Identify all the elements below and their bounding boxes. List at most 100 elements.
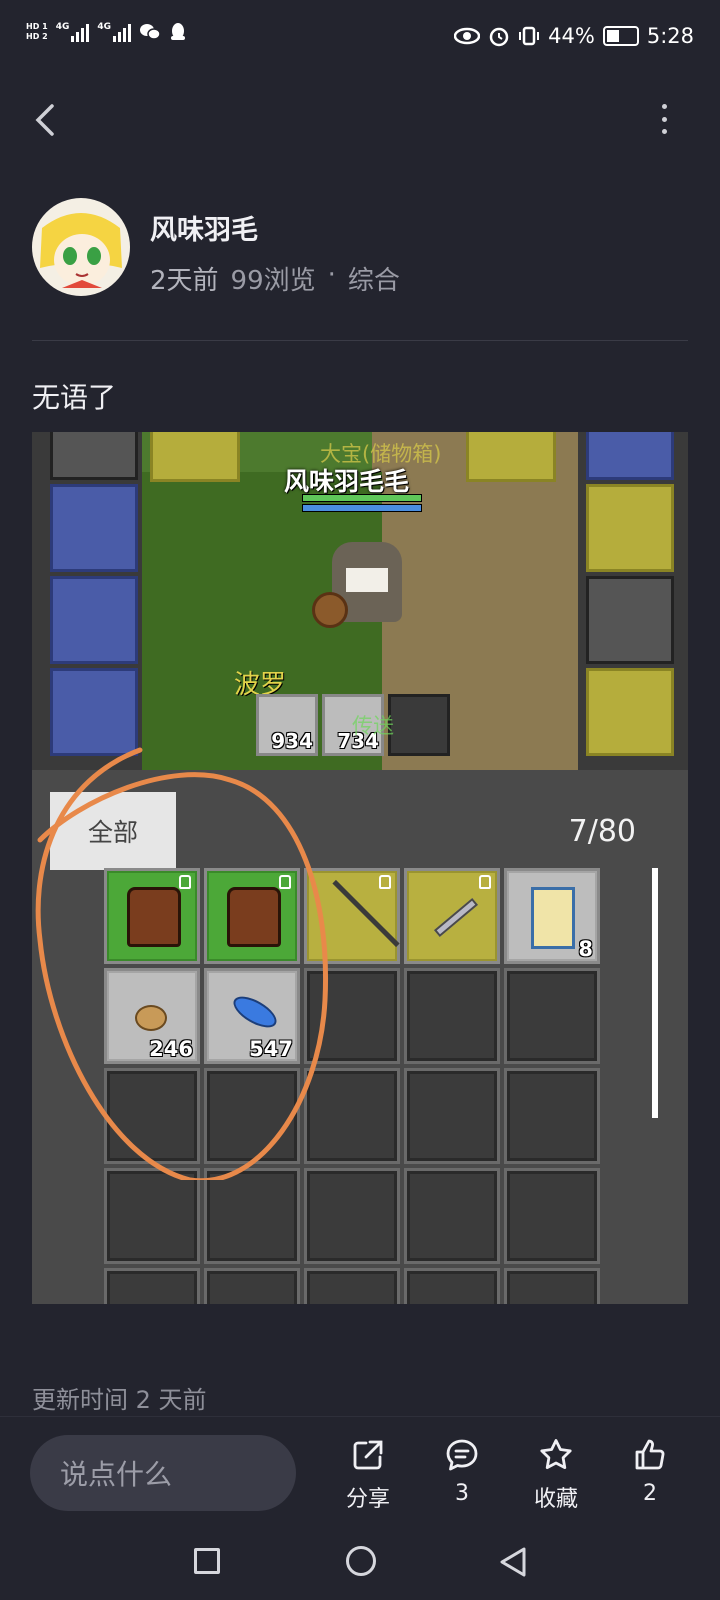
armor-icon: [227, 887, 281, 947]
battery-percent: 44%: [548, 24, 595, 48]
item-count: 246: [149, 1037, 193, 1061]
inventory-scrollbar[interactable]: [652, 868, 658, 1118]
post-category[interactable]: 综合: [348, 260, 400, 297]
comment-icon: [446, 1439, 478, 1471]
inventory-slot-empty[interactable]: [304, 1168, 400, 1264]
inventory-slot[interactable]: [104, 868, 200, 964]
equip-slot-boots: [50, 576, 138, 664]
signal-icon: 4G: [56, 22, 90, 42]
vibrate-icon: [519, 26, 540, 46]
lock-icon: [179, 875, 191, 889]
inventory-slot-empty[interactable]: [404, 1268, 500, 1304]
inventory-slot[interactable]: [304, 868, 400, 964]
player-name: 风味羽毛毛: [284, 467, 410, 496]
wechat-icon: [140, 24, 161, 40]
equip-slot-ring: [586, 484, 674, 572]
inventory-slot-empty[interactable]: [204, 1168, 300, 1264]
inventory-grid: 8 246 547: [104, 868, 624, 1304]
meta-separator: ·: [327, 260, 336, 290]
equip-slot-hat: [50, 668, 138, 756]
status-right: 44% 5:28: [454, 24, 694, 48]
avatar[interactable]: [32, 198, 130, 296]
clock: 5:28: [646, 24, 694, 48]
inventory-slot[interactable]: 8: [504, 868, 600, 964]
alarm-icon: [489, 27, 509, 47]
post-image[interactable]: 大宝(储物箱) 风味羽毛毛 波罗 934 734 传送 全部 7/80 8 24…: [32, 432, 688, 1304]
equip-slot-gloves: [50, 484, 138, 572]
item-count: 8: [578, 937, 593, 961]
favorite-button[interactable]: 收藏: [516, 1437, 596, 1513]
inventory-slot-empty[interactable]: [404, 1068, 500, 1164]
recents-icon[interactable]: [194, 1548, 220, 1574]
inventory-slot[interactable]: 547: [204, 968, 300, 1064]
qq-icon: [171, 23, 185, 40]
portal-label: 传送: [352, 714, 394, 738]
lock-icon: [479, 875, 491, 889]
post-body: 无语了: [32, 381, 117, 414]
inventory-slot[interactable]: [204, 868, 300, 964]
equip-slot-mount: [586, 576, 674, 664]
equip-slot-pet: [586, 668, 674, 756]
shield-icon: [312, 592, 348, 628]
comment-input[interactable]: 说点什么: [30, 1435, 296, 1511]
star-icon: [540, 1439, 572, 1469]
equipment-column-left: [32, 432, 142, 770]
inventory-slot-empty[interactable]: [504, 1268, 600, 1304]
system-nav-bar: [0, 1524, 720, 1600]
favorite-label: 收藏: [533, 1487, 578, 1512]
hd-indicator: HD 1 HD 2: [26, 22, 48, 42]
scroll-icon: [531, 887, 575, 949]
spear-icon: [332, 879, 400, 948]
like-button[interactable]: 2: [610, 1437, 690, 1506]
inventory-slot-empty[interactable]: [104, 1268, 200, 1304]
armor-icon: [127, 887, 181, 947]
inventory-slot-empty[interactable]: [304, 1068, 400, 1164]
quick-slot-count: 934: [271, 729, 313, 753]
post-time: 2天前: [150, 266, 219, 296]
share-label: 分享: [345, 1487, 390, 1512]
inventory-slot-empty[interactable]: [504, 968, 600, 1064]
inventory-slot-empty[interactable]: [504, 1068, 600, 1164]
lock-icon: [279, 875, 291, 889]
stone-icon: [135, 1005, 167, 1031]
view-count: 99浏览: [230, 266, 316, 296]
inventory-slot-empty[interactable]: [204, 1268, 300, 1304]
post-meta: 2天前 99浏览 · 综合: [150, 260, 400, 297]
thumbs-up-icon: [635, 1439, 665, 1470]
inventory-slot-empty[interactable]: [304, 968, 400, 1064]
tab-all[interactable]: 全部: [50, 792, 176, 870]
inventory-capacity: 7/80: [568, 814, 636, 849]
share-button[interactable]: 分享: [328, 1437, 408, 1513]
comment-count: 3: [455, 1481, 469, 1506]
mp-bar: [302, 504, 422, 512]
comment-button[interactable]: 3: [422, 1437, 502, 1506]
inventory-slot-empty[interactable]: [104, 1168, 200, 1264]
more-icon[interactable]: [660, 104, 668, 134]
lock-icon: [379, 875, 391, 889]
quick-slot-3[interactable]: [388, 694, 450, 756]
hd2-label: HD 2: [26, 32, 48, 41]
back-icon[interactable]: [30, 100, 60, 140]
updated-time: 更新时间 2 天前: [32, 1386, 207, 1414]
inventory-slot-empty[interactable]: [304, 1268, 400, 1304]
status-bar: HD 1 HD 2 4G 4G 44% 5:28: [0, 0, 720, 80]
sword-icon: [433, 897, 479, 938]
author-name[interactable]: 风味羽毛: [150, 208, 258, 247]
net2-label: 4G: [97, 22, 111, 32]
battery-icon: [602, 26, 639, 46]
inventory-slot-empty[interactable]: [104, 1068, 200, 1164]
signal-icon-2: 4G: [97, 22, 131, 42]
inventory-slot-empty[interactable]: [404, 1168, 500, 1264]
feather-icon: [228, 990, 282, 1034]
home-icon[interactable]: [346, 1546, 376, 1576]
quick-slot-1[interactable]: 934: [256, 694, 318, 756]
inventory-slot[interactable]: 246: [104, 968, 200, 1064]
inventory-panel: 全部 7/80 8 246 547: [32, 770, 688, 1304]
inventory-slot-empty[interactable]: [204, 1068, 300, 1164]
back-nav-icon[interactable]: [498, 1546, 528, 1578]
inventory-slot-empty[interactable]: [404, 968, 500, 1064]
inventory-slot[interactable]: [404, 868, 500, 964]
inventory-slot-empty[interactable]: [504, 1168, 600, 1264]
item-count: 547: [249, 1037, 293, 1061]
hd1-label: HD 1: [26, 22, 48, 31]
